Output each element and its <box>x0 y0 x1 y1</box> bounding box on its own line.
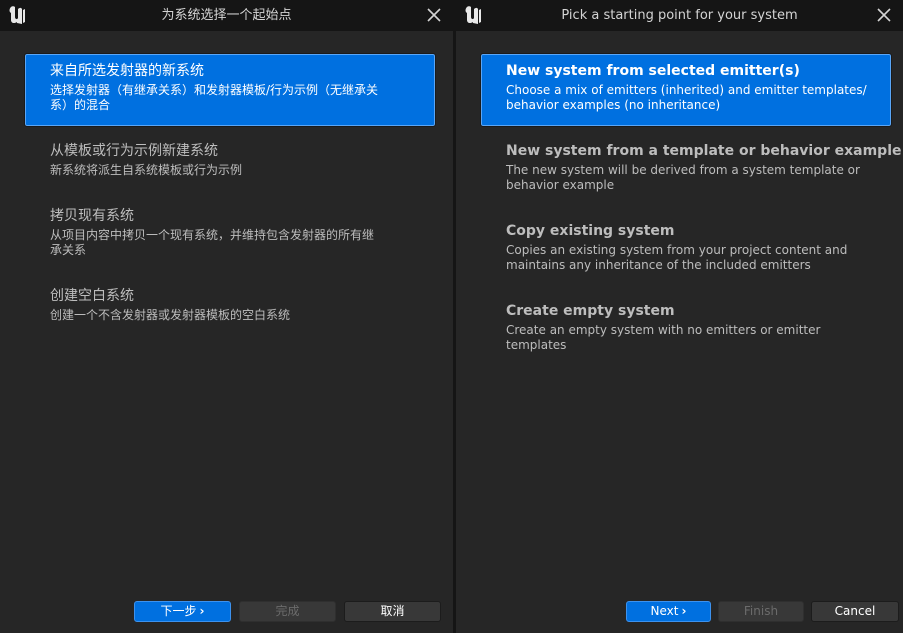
next-button[interactable]: Next › <box>626 601 711 622</box>
option-description-line: behavior example <box>506 178 615 192</box>
option-description: Copies an existing system from your proj… <box>506 243 879 273</box>
option-description: 创建一个不含发射器或发射器模板的空白系统 <box>50 308 423 323</box>
cancel-button-label: Cancel <box>834 604 876 618</box>
option-description-line: Create an empty system with no emitters … <box>506 323 821 352</box>
cancel-button[interactable]: 取消 <box>344 601 441 622</box>
dialog-title: Pick a starting point for your system <box>561 8 798 23</box>
option-title: 从模板或行为示例新建系统 <box>50 143 218 159</box>
next-button-label: 下一步 <box>160 604 197 618</box>
option-description: Create an empty system with no emitters … <box>506 323 879 353</box>
option-description: The new system will be derived from a sy… <box>506 163 879 193</box>
option-description-line: maintains any inheritance of the include… <box>506 258 811 272</box>
option-description-line: The new system will be derived from a sy… <box>506 163 860 177</box>
option-description-line: 系）的混合 <box>50 98 111 112</box>
option-description-line: 创建一个不含发射器或发射器模板的空白系统 <box>50 308 291 322</box>
option-description-line: 新系统将派生自系统模板或行为示例 <box>50 163 243 177</box>
close-icon[interactable] <box>875 6 893 24</box>
option-create-empty[interactable]: Create empty system Create an empty syst… <box>481 294 891 366</box>
option-description: 选择发射器（有继承关系）和发射器模板/行为示例（无继承关 系）的混合 <box>50 83 422 113</box>
option-description-line: Copies an existing system from your proj… <box>506 243 848 257</box>
finish-button-label: Finish <box>743 604 779 618</box>
dialog-title: 为系统选择一个起始点 <box>161 8 292 23</box>
option-description-line: 承关系 <box>50 243 87 257</box>
unreal-engine-logo-icon <box>465 6 481 24</box>
option-new-from-template[interactable]: New system from a template or behavior e… <box>481 134 902 206</box>
option-new-from-template[interactable]: 从模板或行为示例新建系统 新系统将派生自系统模板或行为示例 <box>25 134 435 206</box>
option-title: New system from selected emitter(s) <box>506 63 800 79</box>
option-description-line: Choose a mix of emitters (inherited) and… <box>506 83 867 97</box>
option-title: 创建空白系统 <box>50 288 134 304</box>
option-title: 来自所选发射器的新系统 <box>50 63 204 79</box>
finish-button: Finish <box>718 601 804 622</box>
finish-button-label: 完成 <box>275 604 300 618</box>
chevron-right-icon: › <box>681 604 687 618</box>
option-description-line: behavior examples (no inheritance) <box>506 98 721 112</box>
option-create-empty[interactable]: 创建空白系统 创建一个不含发射器或发射器模板的空白系统 <box>25 279 435 351</box>
option-copy-existing[interactable]: 拷贝现有系统 从项目内容中拷贝一个现有系统，并维持包含发射器的所有继 承关系 <box>25 199 435 271</box>
option-title: 拷贝现有系统 <box>50 208 134 224</box>
option-copy-existing[interactable]: Copy existing system Copies an existing … <box>481 214 891 286</box>
title-bar[interactable]: 为系统选择一个起始点 <box>0 0 453 31</box>
option-description: Choose a mix of emitters (inherited) and… <box>506 83 878 113</box>
title-bar[interactable]: Pick a starting point for your system <box>456 0 903 31</box>
unreal-engine-logo-icon <box>9 6 25 24</box>
close-icon[interactable] <box>425 6 443 24</box>
next-button-label: Next <box>650 604 679 618</box>
starting-point-dialog-en: Pick a starting point for your system Ne… <box>456 0 903 633</box>
cancel-button[interactable]: Cancel <box>811 601 899 622</box>
option-new-from-emitters[interactable]: 来自所选发射器的新系统 选择发射器（有继承关系）和发射器模板/行为示例（无继承关… <box>24 53 436 127</box>
cancel-button-label: 取消 <box>380 604 405 618</box>
next-button[interactable]: 下一步 › <box>134 601 231 622</box>
finish-button: 完成 <box>239 601 336 622</box>
option-description-line: 选择发射器（有继承关系）和发射器模板/行为示例（无继承关 <box>50 83 379 97</box>
chevron-right-icon: › <box>199 604 205 618</box>
starting-point-dialog-zh: 为系统选择一个起始点 来自所选发射器的新系统 选择发射器（有继承关系）和发射器模… <box>0 0 453 633</box>
option-description: 新系统将派生自系统模板或行为示例 <box>50 163 423 178</box>
option-description: 从项目内容中拷贝一个现有系统，并维持包含发射器的所有继 承关系 <box>50 228 423 258</box>
option-title: Create empty system <box>506 303 675 319</box>
option-title: New system from a template or behavior e… <box>506 143 902 159</box>
option-title: Copy existing system <box>506 223 675 239</box>
option-description-line: 从项目内容中拷贝一个现有系统，并维持包含发射器的所有继 <box>50 228 375 242</box>
option-new-from-emitters[interactable]: New system from selected emitter(s) Choo… <box>480 53 892 127</box>
